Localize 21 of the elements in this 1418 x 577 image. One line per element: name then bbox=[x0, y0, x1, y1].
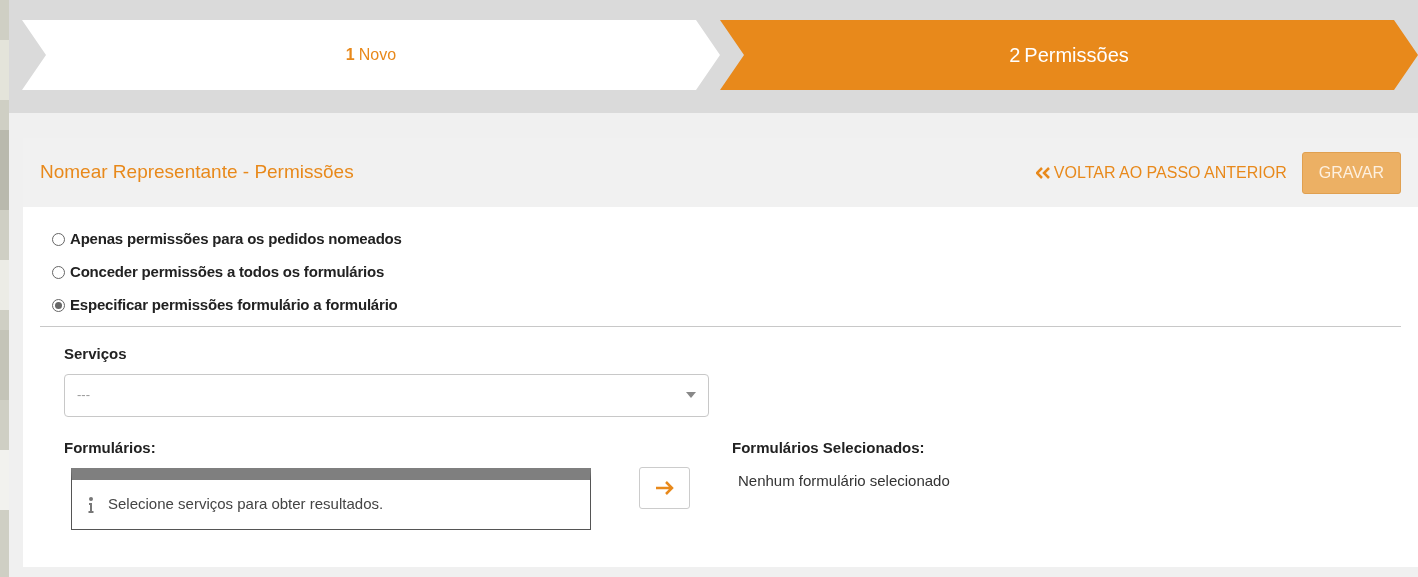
field-label: Formulários Selecionados: bbox=[732, 437, 926, 458]
services-select[interactable]: --- bbox=[64, 373, 709, 417]
wizard-step[interactable]: 1 Novo bbox=[22, 20, 720, 90]
field-label: Formulários: bbox=[64, 437, 157, 458]
radio-button[interactable] bbox=[52, 299, 65, 312]
radio-label[interactable]: Apenas permissões para os pedidos nomeados bbox=[70, 228, 402, 251]
caret-icon bbox=[686, 392, 696, 398]
radio-button[interactable] bbox=[52, 266, 65, 279]
panel-title: Nomear Representante - Permissões bbox=[40, 160, 354, 185]
info-icon bbox=[88, 496, 94, 513]
radio-button[interactable] bbox=[52, 233, 65, 246]
arrow-right-icon bbox=[654, 479, 675, 496]
back-link[interactable]: VOLTAR AO PASSO ANTERIOR bbox=[1035, 160, 1287, 185]
radio-label[interactable]: Especificar permissões formulário a formulário bbox=[70, 294, 398, 317]
wizard-step[interactable]: 2 Permissões bbox=[720, 20, 1418, 90]
radio-label[interactable]: Conceder permissões a todos os formulários bbox=[70, 261, 385, 284]
field-label: Serviços bbox=[64, 344, 128, 364]
add-button[interactable] bbox=[639, 466, 690, 509]
empty-message: Nenhum formulário selecionado bbox=[738, 471, 950, 491]
empty-message: Selecione serviços para obter resultados. bbox=[108, 494, 384, 515]
double-chevron-left-icon bbox=[1035, 166, 1050, 179]
